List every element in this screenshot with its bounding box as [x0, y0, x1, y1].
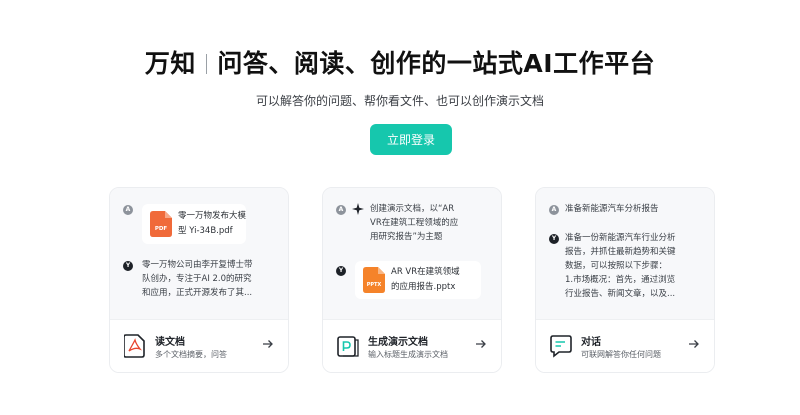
brand-name: 万知 [144, 49, 196, 78]
feature-card-read-doc[interactable]: A PDF 零一万物发布大模 型 Yi-34B.pdf Y 零一万物公司由李开复… [109, 187, 289, 373]
feature-card-presentation[interactable]: A 创建演示文档，以“AR VR在建筑工程领域的应 用研究报告”为主题 Y PP… [322, 187, 502, 373]
login-button[interactable]: 立即登录 [370, 124, 452, 155]
ai-message: 和应用，正式开源发布了其... [142, 288, 253, 298]
feature-title: 生成演示文档 [368, 337, 428, 348]
user-message: VR在建筑工程领域的应 [370, 218, 459, 228]
ai-message: 数据，可以按照以下步骤： [565, 261, 668, 271]
feature-desc: 可联网解答你任何问题 [581, 350, 661, 359]
user-avatar-icon: A [549, 205, 559, 215]
svg-text:PDF: PDF [155, 226, 168, 232]
headline: 问答、阅读、创作的一站式AI工作平台 [217, 49, 656, 78]
card-preview: A 创建演示文档，以“AR VR在建筑工程领域的应 用研究报告”为主题 Y PP… [323, 188, 501, 319]
ai-message: 零一万物公司由李开复博士带 [142, 260, 253, 270]
feature-title: 对话 [581, 337, 601, 348]
pptx-file-icon: PPTX [363, 267, 385, 293]
user-avatar-icon: A [336, 205, 346, 215]
user-message: 用研究报告”为主题 [370, 232, 443, 242]
chat-bubble-icon [550, 335, 572, 358]
ai-avatar-icon: Y [549, 234, 559, 244]
feature-title: 读文档 [155, 337, 185, 348]
user-message: 创建演示文档，以“AR [370, 204, 455, 214]
feature-card-chat[interactable]: A 准备新能源汽车分析报告 Y 准备一份新能源汽车行业分析 报告，并抓住最新趋势… [535, 187, 715, 373]
arrow-right-icon[interactable] [262, 338, 274, 350]
pdf-file-icon: PDF [150, 211, 172, 237]
sparkle-icon [352, 203, 364, 215]
ai-message: 报告，并抓住最新趋势和关键 [565, 247, 676, 257]
card-footer[interactable]: 读文档 多个文档摘要，问答 [110, 319, 288, 372]
title-divider [205, 54, 208, 74]
ai-avatar-icon: Y [123, 261, 133, 271]
svg-text:PPTX: PPTX [367, 282, 382, 288]
user-avatar-icon: A [123, 205, 133, 215]
feature-desc: 输入标题生成演示文档 [368, 350, 448, 359]
presentation-icon [337, 336, 359, 357]
pdf-doc-icon [124, 334, 145, 358]
feature-desc: 多个文档摘要，问答 [155, 350, 227, 359]
card-footer[interactable]: 生成演示文档 输入标题生成演示文档 [323, 319, 501, 372]
ai-message: 准备一份新能源汽车行业分析 [565, 233, 676, 243]
hero-title: 万知 问答、阅读、创作的一站式AI工作平台 [0, 44, 800, 80]
ai-message: 1.市场概况：首先，通过浏览 [565, 275, 676, 285]
arrow-right-icon[interactable] [475, 338, 487, 350]
file-chip: PPTX AR VR在建筑领域 的应用报告.pptx [355, 261, 481, 299]
ai-message: 队创办，专注于AI 2.0的研究 [142, 274, 252, 284]
file-chip: PDF 零一万物发布大模 型 Yi-34B.pdf [142, 204, 246, 244]
ai-avatar-icon: Y [336, 266, 346, 276]
ai-message: 行业报告、新闻文章，以及... [565, 289, 676, 299]
card-footer[interactable]: 对话 可联网解答你任何问题 [536, 319, 714, 372]
arrow-right-icon[interactable] [688, 338, 700, 350]
file-name: 的应用报告.pptx [391, 282, 456, 292]
hero-subtitle: 可以解答你的问题、帮你看文件、也可以创作演示文档 [255, 94, 544, 108]
file-name: AR VR在建筑领域 [391, 267, 460, 277]
card-preview: A 准备新能源汽车分析报告 Y 准备一份新能源汽车行业分析 报告，并抓住最新趋势… [536, 188, 714, 319]
user-message: 准备新能源汽车分析报告 [565, 204, 659, 214]
card-preview: A PDF 零一万物发布大模 型 Yi-34B.pdf Y 零一万物公司由李开复… [110, 188, 288, 319]
file-name: 零一万物发布大模 [178, 211, 247, 221]
file-name: 型 Yi-34B.pdf [178, 226, 233, 236]
